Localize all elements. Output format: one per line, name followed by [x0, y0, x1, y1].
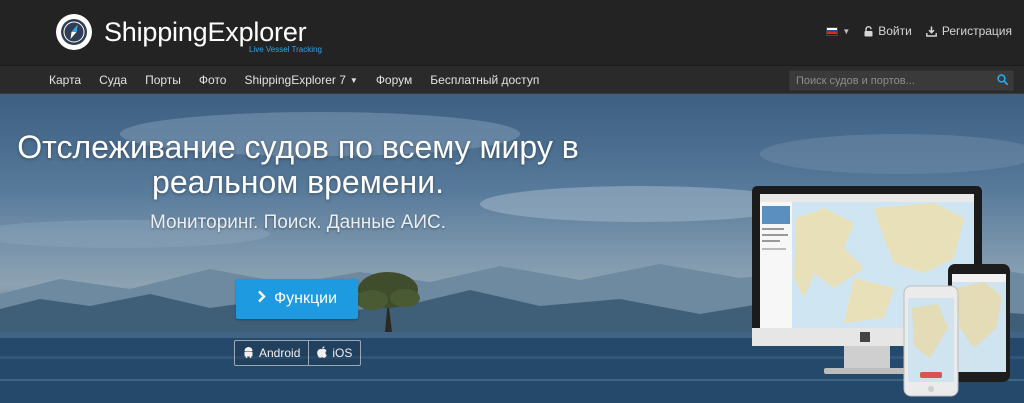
language-selector[interactable]: ▼: [826, 26, 851, 36]
lock-icon: [864, 25, 873, 37]
apple-icon: [317, 345, 328, 361]
nav-item-photos[interactable]: Фото: [190, 66, 236, 94]
register-label: Регистрация: [941, 24, 1012, 38]
android-icon: [243, 346, 254, 361]
ios-button[interactable]: iOS: [308, 341, 360, 365]
login-link[interactable]: Войти: [864, 24, 912, 38]
register-link[interactable]: Регистрация: [925, 24, 1012, 38]
search-box: [789, 70, 1014, 91]
russia-flag-icon: [826, 26, 839, 36]
app-store-buttons: Android iOS: [234, 340, 362, 366]
hero-title: Отслеживание судов по всему миру в реаль…: [17, 129, 579, 200]
chevron-right-icon: [257, 290, 266, 308]
features-button-label: Функции: [273, 290, 338, 307]
nav-item-free-access[interactable]: Бесплатный доступ: [421, 66, 548, 94]
search-icon: [996, 72, 1008, 90]
hero-subtitle: Мониторинг. Поиск. Данные АИС.: [149, 212, 447, 233]
brand-name: ShippingExplorer: [104, 17, 307, 47]
nav-item-shippingexplorer7[interactable]: ShippingExplorer 7 ▼: [235, 66, 366, 94]
nav-item-map[interactable]: Карта: [40, 66, 90, 94]
caret-down-icon: ▼: [842, 26, 851, 36]
login-label: Войти: [878, 24, 912, 38]
nav-item-ports[interactable]: Порты: [136, 66, 190, 94]
ios-label: iOS: [332, 346, 353, 360]
devices-illustration: [752, 186, 1010, 397]
nav-item-vessels[interactable]: Суда: [90, 66, 136, 94]
android-label: Android: [259, 346, 301, 360]
nav-item-forum[interactable]: Форум: [367, 66, 421, 94]
header-actions: ▼ Войти Регистрация: [826, 24, 1012, 38]
brand-tagline: Live Vessel Tracking: [249, 45, 322, 54]
nav-menu: Карта Суда Порты Фото ShippingExplorer 7…: [40, 66, 548, 94]
search-input[interactable]: [790, 71, 991, 90]
features-button[interactable]: Функции: [236, 279, 358, 319]
android-button[interactable]: Android: [235, 341, 308, 365]
compass-icon: [56, 14, 92, 50]
top-header: ShippingExplorer Live Vessel Tracking ▼ …: [0, 0, 1024, 65]
caret-down-icon: ▼: [349, 75, 358, 85]
main-navigation: Карта Суда Порты Фото ShippingExplorer 7…: [0, 65, 1024, 94]
hero-section: Отслеживание судов по всему миру в реаль…: [0, 94, 1024, 403]
brand-logo[interactable]: ShippingExplorer Live Vessel Tracking: [56, 12, 356, 56]
search-button[interactable]: [991, 71, 1013, 90]
download-icon: [925, 26, 937, 37]
